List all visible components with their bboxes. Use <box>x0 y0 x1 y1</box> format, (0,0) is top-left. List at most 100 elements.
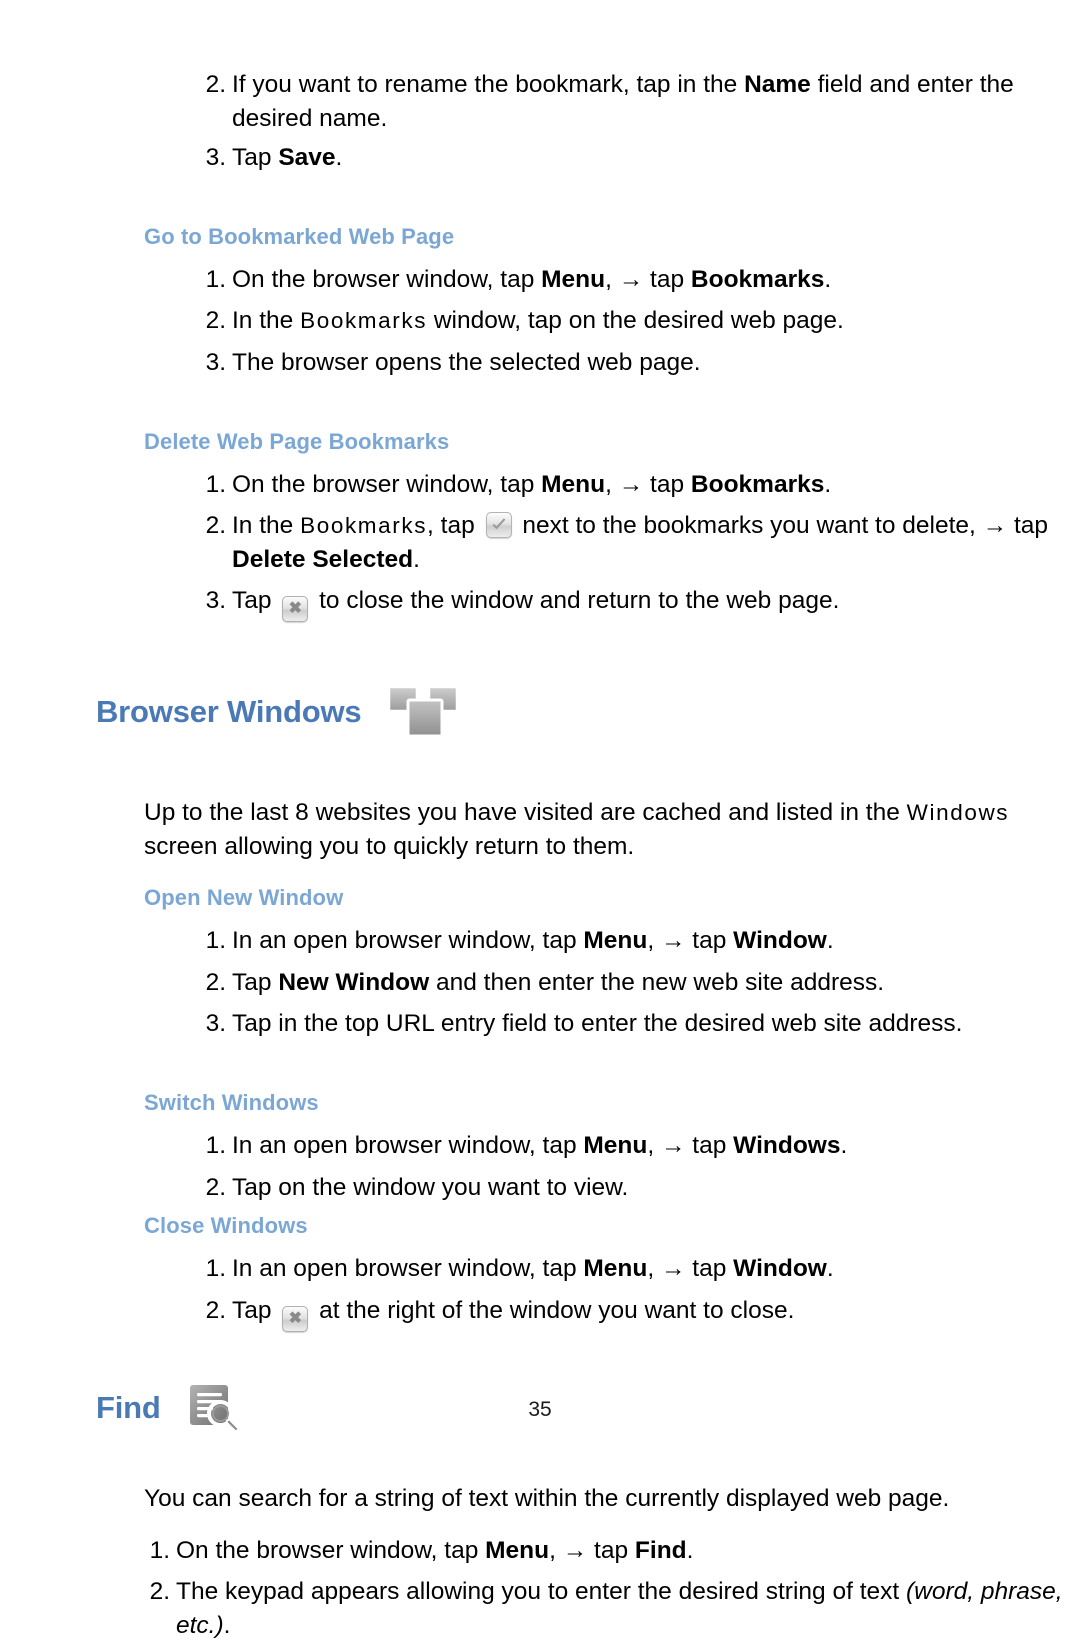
step-text-part: , <box>549 1536 563 1564</box>
step-text: Tap on the window you want to view. <box>232 1173 629 1201</box>
step-text-part: In the <box>232 307 301 335</box>
step-bold-term: Menu <box>583 1132 648 1160</box>
step-text-part: , <box>647 927 661 955</box>
page-number: 35 <box>528 1398 552 1421</box>
list-item: 1. In an open browser window, tap Menu, … <box>196 1129 1080 1163</box>
step-text: Tap in the top URL entry field to enter … <box>232 1010 963 1038</box>
list-item: 1. On the browser window, tap Menu, → ta… <box>196 468 1080 502</box>
step-text-part: In an open browser window, tap <box>232 927 584 955</box>
step-bold-term: Find <box>634 1536 687 1564</box>
step-text-part: . <box>826 927 834 955</box>
step-text: In the Bookmarks, tap next to the bookma… <box>232 512 1048 573</box>
list-number: 3. <box>205 1010 226 1038</box>
list-item: 1. In an open browser window, tap Menu, … <box>196 924 1080 958</box>
arrow-glyph: → <box>660 1132 686 1160</box>
step-bold-term: Save <box>278 144 336 172</box>
step-text-part: Tap <box>232 968 279 996</box>
step-bold-term: Menu <box>485 1536 550 1564</box>
list-item: 2. In the Bookmarks, tap next to the boo… <box>196 509 1080 576</box>
list-item: 3. Tap ✖ to close the window and return … <box>196 584 1080 623</box>
list-number: 2. <box>205 1173 226 1201</box>
step-bold-term: Menu <box>583 1255 648 1283</box>
step-text: In an open browser window, tap Menu, → t… <box>232 1132 847 1159</box>
step-bold-term: Name <box>744 71 811 98</box>
step-text-part: and then enter the new web site address. <box>429 968 885 996</box>
ui-label-windows: Windows <box>906 800 1010 826</box>
step-text: The browser opens the selected web page. <box>232 349 701 376</box>
step-text: On the browser window, tap Menu, → tap B… <box>232 266 831 293</box>
top-steps-list: 2. If you want to rename the bookmark, t… <box>196 68 1080 175</box>
step-text-part: . <box>824 265 832 293</box>
step-bold-term: New Window <box>278 968 430 996</box>
section-goto-bookmarked: Go to Bookmarked Web Page <box>144 223 1080 249</box>
list-number: 2. <box>205 968 226 996</box>
browser-windows-icon <box>387 684 461 740</box>
list-number: 1. <box>205 927 226 955</box>
close-windows-steps: 1. In an open browser window, tap Menu, … <box>196 1252 1080 1332</box>
subheading-switch-windows: Switch Windows <box>144 1089 319 1115</box>
step-text-part: , <box>647 1132 661 1160</box>
section-close-windows: Close Windows <box>144 1214 1080 1238</box>
list-number: 2. <box>205 1296 226 1324</box>
step-text-part: , <box>605 470 619 498</box>
subheading-go-to-bookmarked-web-page: Go to Bookmarked Web Page <box>144 223 455 249</box>
subheading-open-new-window: Open New Window <box>144 885 344 911</box>
paragraph-part: screen allowing you to quickly return to… <box>144 833 635 861</box>
goto-bookmarked-steps: 1. On the browser window, tap Menu, → ta… <box>196 263 1080 380</box>
browser-windows-intro-paragraph: Up to the last 8 websites you have visit… <box>144 796 1080 864</box>
step-text-part: tap <box>685 927 734 955</box>
step-text-part: On the browser window, tap <box>232 470 542 498</box>
open-new-window-steps: 1. In an open browser window, tap Menu, … <box>196 924 1080 1041</box>
step-bold-term: Menu <box>583 927 648 955</box>
step-text: Tap Save. <box>232 144 342 171</box>
step-text-part: tap <box>685 1255 734 1283</box>
step-text-part: . <box>223 1611 231 1639</box>
list-item: 2. The keypad appears allowing you to en… <box>140 1575 1080 1642</box>
arrow-glyph: → <box>562 1536 588 1564</box>
step-text-part: , tap <box>427 512 482 540</box>
list-item: 3. Tap Save. <box>196 141 1080 175</box>
section-browser-windows-heading: Browser Windows <box>96 684 1080 740</box>
paragraph-part: Up to the last 8 websites you have visit… <box>144 799 907 827</box>
list-item: 3. The browser opens the selected web pa… <box>196 346 1080 380</box>
step-text: The keypad appears allowing you to enter… <box>176 1578 1063 1639</box>
step-text-part: to close the window and return to the we… <box>312 587 840 615</box>
step-text-part: window, tap on the desired web page. <box>427 307 844 335</box>
section-switch-windows: Switch Windows <box>144 1089 1080 1115</box>
step-text-part: In the <box>232 512 301 540</box>
step-text-part: . <box>335 144 343 172</box>
step-text-part: tap <box>643 470 691 498</box>
list-item: 1. On the browser window, tap Menu, → ta… <box>196 263 1080 297</box>
list-number: 3. <box>205 349 226 376</box>
ui-label-bookmarks: Bookmarks <box>300 513 428 539</box>
step-text: In an open browser window, tap Menu, → t… <box>232 1255 834 1282</box>
list-number: 1. <box>149 1536 170 1564</box>
step-text-part: tap <box>587 1536 635 1564</box>
arrow-glyph: → <box>618 470 644 498</box>
find-steps: 1. On the browser window, tap Menu, → ta… <box>140 1534 1080 1642</box>
list-number: 2. <box>205 307 226 335</box>
list-item: 2. In the Bookmarks window, tap on the d… <box>196 304 1080 338</box>
list-item: 2. Tap on the window you want to view. <box>196 1171 1080 1205</box>
step-text-part: . <box>413 545 420 573</box>
step-text: On the browser window, tap Menu, → tap F… <box>176 1537 693 1564</box>
list-item: 1. In an open browser window, tap Menu, … <box>196 1252 1080 1286</box>
step-bold-term: Bookmarks <box>690 470 825 498</box>
step-text-part: , <box>605 265 619 293</box>
step-bold-term: Menu <box>541 470 606 498</box>
step-text-part: tap <box>685 1132 734 1160</box>
step-bold-term: Menu <box>541 265 606 293</box>
list-number: 3. <box>205 587 226 615</box>
list-number: 2. <box>205 71 226 98</box>
step-text: In the Bookmarks window, tap on the desi… <box>232 307 844 334</box>
step-text-part: On the browser window, tap <box>176 1536 486 1564</box>
step-text-part: . <box>686 1536 694 1564</box>
list-item: 2. Tap ✖ at the right of the window you … <box>196 1294 1080 1332</box>
step-text-part: Tap <box>232 144 279 172</box>
subheading-close-windows: Close Windows <box>144 1213 308 1239</box>
step-text-part: tap <box>1007 512 1049 540</box>
section-open-new-window: Open New Window <box>144 885 1080 911</box>
step-bold-term: Window <box>733 1255 827 1283</box>
list-number: 3. <box>205 144 226 172</box>
step-text-part: . <box>826 1255 834 1283</box>
